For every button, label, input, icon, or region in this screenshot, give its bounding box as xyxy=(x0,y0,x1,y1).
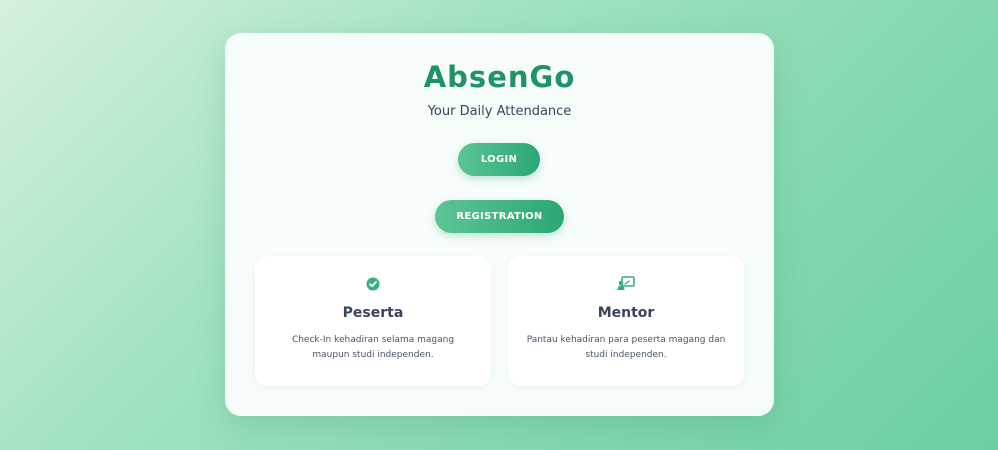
feature-title: Mentor xyxy=(597,305,655,321)
app-subtitle: Your Daily Attendance xyxy=(427,104,572,119)
feature-description: Check-In kehadiran selama magang maupun … xyxy=(291,335,455,360)
chalkboard-teacher-icon xyxy=(508,276,744,292)
app-title: AbsenGo xyxy=(423,60,576,94)
check-circle-icon xyxy=(255,276,491,292)
feature-title: Peserta xyxy=(342,305,404,321)
feature-card-mentor: Mentor Pantau kehadiran para peserta mag… xyxy=(508,256,744,386)
feature-card-peserta: Peserta Check-In kehadiran selama magang… xyxy=(255,256,491,386)
feature-description: Pantau kehadiran para peserta magang dan… xyxy=(526,335,726,360)
welcome-card: AbsenGo Your Daily Attendance LOGIN REGI… xyxy=(225,33,774,416)
registration-button[interactable]: REGISTRATION xyxy=(435,200,564,233)
login-button[interactable]: LOGIN xyxy=(458,143,540,176)
